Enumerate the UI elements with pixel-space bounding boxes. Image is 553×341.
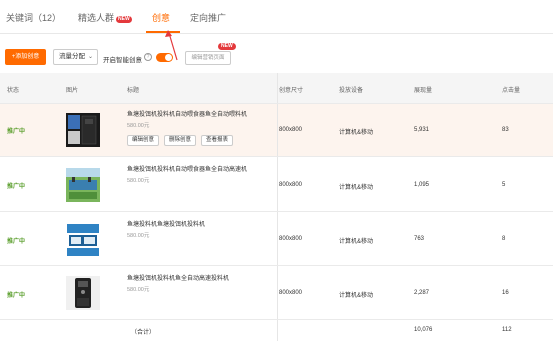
delivery-device: 计算机&移动 [339,130,374,136]
header-device: 投放设备 [339,88,364,94]
column-divider [277,320,278,341]
delete-creative-button[interactable]: 删除创意 [163,135,196,146]
status-badge: 推广中 [7,293,26,299]
impressions-value: 2,287 [414,290,430,296]
view-report-button[interactable]: 查看报表 [200,135,233,146]
delivery-device: 计算机&移动 [339,293,374,299]
tab-selected-audience-label: 精选人群 [78,13,115,23]
creative-title: 鱼塘投饵机投料机自动喂食器鱼全自动喂料机 [127,112,248,118]
clicks-value: 83 [502,127,509,133]
creative-price: 580.00元 [127,233,150,239]
header-size: 创意尺寸 [279,88,304,94]
clicks-value: 5 [502,182,506,188]
total-impressions: 10,076 [414,327,433,333]
header-title: 标题 [127,88,140,94]
status-badge: 推广中 [7,239,26,245]
total-row: （合计） 10,076 112 [0,320,553,341]
creative-title: 鱼塘投饵机投料机鱼全自动高速投料机 [127,276,230,282]
header-impressions: 展现量 [414,88,433,94]
product-thumbnail [66,223,100,257]
product-thumbnail [66,113,100,147]
row-actions: 编辑创意 删除创意 查看报表 [127,135,236,146]
column-divider [277,212,278,265]
tab-targeted-promotion[interactable]: 定向推广 [190,11,226,24]
status-badge: 推广中 [7,129,26,135]
product-thumbnail [66,276,100,310]
edit-creative-button[interactable]: 编辑创意 [127,135,160,146]
impressions-value: 763 [414,236,425,242]
product-thumbnail [66,168,100,202]
status-badge: 推广中 [7,184,26,190]
table-row[interactable]: 推广中 鱼塘投饵机投料机鱼全自动高速投料机 580.00元 800x800 计算… [0,266,553,320]
smart-creative-label: 开启智能创意 [103,57,142,64]
chevron-down-icon: ⌄ [87,54,93,60]
impressions-value: 5,931 [414,127,430,133]
creative-size: 800x800 [279,236,303,242]
new-badge: NEW [218,43,236,50]
creative-price: 580.00元 [127,123,150,129]
column-divider [277,266,278,319]
total-label: （合计） [131,330,156,336]
tab-keywords[interactable]: 关键词（12） [6,11,61,24]
add-creative-button[interactable]: +添加创意 [5,49,46,65]
tab-selected-audience[interactable]: 精选人群 NEW [78,11,132,24]
delivery-device: 计算机&移动 [339,239,374,245]
toolbar: +添加创意 流量分配 ⌄ 开启智能创意 ? 编辑营销页面 NEW [0,43,553,68]
creative-title: 鱼塘投料机鱼塘投饵机投料机 [127,222,206,228]
total-clicks: 112 [502,327,512,333]
toggle-knob [165,54,172,61]
new-badge: NEW [116,16,132,23]
table-row[interactable]: 推广中 鱼塘投料机鱼塘投饵机投料机 580.00元 800x800 计算机&移动… [0,212,553,266]
tab-bar: 关键词（12） 精选人群 NEW 创意 定向推广 [0,0,553,34]
creative-price: 580.00元 [127,287,150,293]
creative-size: 800x800 [279,127,303,133]
creative-size: 800x800 [279,182,303,188]
creative-size: 800x800 [279,290,303,296]
table-row[interactable]: 推广中 鱼塘投饵机投料机自动喂食器鱼全自动喂料机 580.00元 编辑创意 删除… [0,104,553,157]
impressions-value: 1,095 [414,182,430,188]
edit-marketing-page-button[interactable]: 编辑营销页面 [185,51,231,65]
creative-price: 580.00元 [127,178,150,184]
help-icon[interactable]: ? [144,53,152,61]
column-divider [277,157,278,211]
clicks-value: 8 [502,236,506,242]
delivery-device: 计算机&移动 [339,185,374,191]
creative-title: 鱼塘投饵机投料机自动喂食器鱼全自动高速机 [127,167,248,173]
traffic-allocation-dropdown[interactable]: 流量分配 ⌄ [53,49,98,65]
table-header: 状态 图片 标题 创意尺寸 投放设备 展现量 点击量 [0,73,553,104]
smart-creative-toggle[interactable] [156,53,173,62]
column-divider [277,104,278,156]
header-status: 状态 [7,88,20,94]
clicks-value: 16 [502,290,509,296]
tab-creative[interactable]: 创意 [152,11,170,24]
traffic-allocation-label: 流量分配 [59,53,85,60]
column-divider [277,73,278,103]
active-tab-indicator [146,31,180,33]
table-row[interactable]: 推广中 鱼塘投饵机投料机自动喂食器鱼全自动高速机 580.00元 800x800… [0,157,553,212]
header-clicks: 点击量 [502,88,521,94]
header-image: 图片 [66,88,79,94]
